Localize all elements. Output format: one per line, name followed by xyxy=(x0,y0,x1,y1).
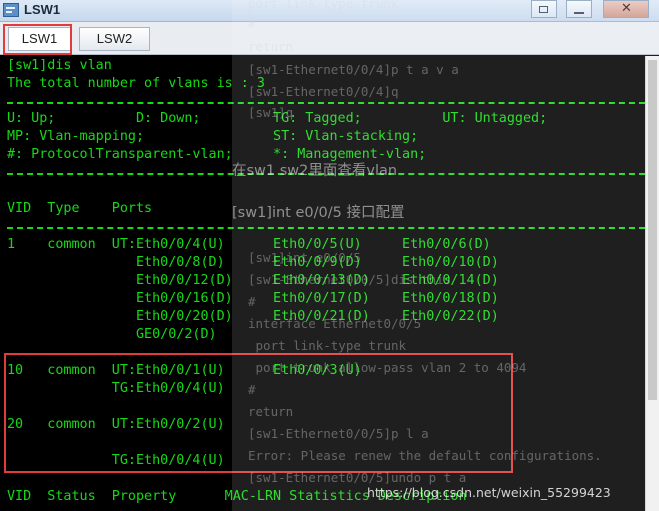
tab-highlight-box xyxy=(3,24,72,55)
terminal-line: VID Type Ports xyxy=(7,201,153,216)
separator-line xyxy=(7,173,645,175)
separator-line xyxy=(7,227,645,229)
terminal-line: U: Up; D: Down; TG: Tagged; UT: Untagged… xyxy=(7,111,548,126)
close-button[interactable]: ✕ xyxy=(603,0,649,18)
terminal-line: Eth0/0/16(D) Eth0/0/17(D) Eth0/0/18(D) xyxy=(7,291,499,306)
terminal-window-icon xyxy=(3,3,19,17)
terminal-line: GE0/0/2(D) xyxy=(7,327,217,342)
terminal-line: [sw1]dis vlan xyxy=(7,58,112,73)
terminal-line: The total number of vlans is : 3 xyxy=(7,76,265,91)
tab-bar: LSW1 LSW2 xyxy=(0,22,659,55)
close-icon: ✕ xyxy=(621,1,632,16)
terminal-line: 1 common UT:Eth0/0/4(U) Eth0/0/5(U) Eth0… xyxy=(7,237,491,252)
terminal-line: #: ProtocolTransparent-vlan; *: Manageme… xyxy=(7,147,427,162)
watermark-url: https://blog.csdn.net/weixin_55299423 xyxy=(367,485,611,500)
scrollbar-thumb[interactable] xyxy=(648,60,657,400)
terminal-line: Eth0/0/8(D) Eth0/0/9(D) Eth0/0/10(D) xyxy=(7,255,499,270)
window-title: LSW1 xyxy=(24,2,61,17)
separator-line xyxy=(7,102,645,104)
vlan-highlight-box xyxy=(4,353,513,473)
restore-button[interactable] xyxy=(531,0,557,18)
terminal-line: MP: Vlan-mapping; ST: Vlan-stacking; xyxy=(7,129,419,144)
tab-lsw2[interactable]: LSW2 xyxy=(79,27,150,51)
title-bar: LSW1 ✕ xyxy=(0,0,659,22)
terminal-line: Eth0/0/20(D) Eth0/0/21(D) Eth0/0/22(D) xyxy=(7,309,499,324)
terminal-line: Eth0/0/12(D) Eth0/0/13(D) Eth0/0/14(D) xyxy=(7,273,499,288)
minimize-button[interactable] xyxy=(566,0,592,18)
vertical-scrollbar[interactable] xyxy=(645,56,659,511)
